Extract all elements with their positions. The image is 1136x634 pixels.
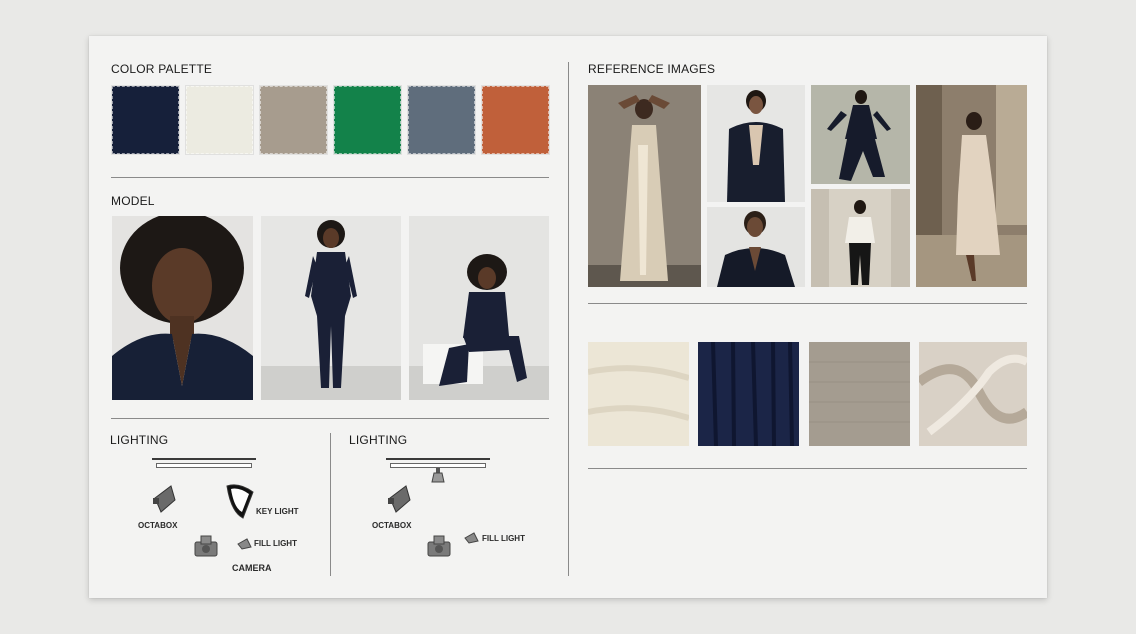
backdrop-line xyxy=(152,458,256,460)
key-light-icon xyxy=(226,484,254,519)
lighting-heading-left: LIGHTING xyxy=(110,433,169,447)
moodboard: COLOR PALETTE MODEL LIGHTING OCTABOX KEY… xyxy=(89,36,1047,598)
fabric-swatch-taupe-weave xyxy=(809,342,910,446)
reference-photo-navy-blazer xyxy=(707,85,805,202)
camera-icon xyxy=(427,535,451,557)
octabox-label: OCTABOX xyxy=(372,521,412,530)
backdrop-rail xyxy=(157,464,251,467)
model-heading: MODEL xyxy=(111,194,155,208)
key-light-label: KEY LIGHT xyxy=(256,507,299,516)
model-photo-portrait xyxy=(112,216,253,400)
fill-light-label: FILL LIGHT xyxy=(482,534,525,543)
camera-icon xyxy=(194,535,218,557)
reference-photo-blazer-closeup xyxy=(707,207,805,287)
octabox-icon xyxy=(153,485,176,513)
swatch-navy xyxy=(112,86,179,154)
lighting-divider xyxy=(330,433,331,576)
swatch-green xyxy=(334,86,401,154)
swatch-ivory xyxy=(186,86,253,154)
divider xyxy=(588,303,1027,304)
divider xyxy=(111,418,549,419)
fill-light-icon xyxy=(464,532,479,544)
reference-photo-walking-suit xyxy=(811,85,910,184)
reference-photo-white-blouse xyxy=(811,189,910,287)
swatch-taupe xyxy=(260,86,327,154)
reference-images-heading: REFERENCE IMAGES xyxy=(588,62,716,76)
color-palette-heading: COLOR PALETTE xyxy=(111,62,213,76)
reference-photo-satin-dress xyxy=(588,85,701,287)
column-divider xyxy=(568,62,569,576)
fill-light-label: FILL LIGHT xyxy=(254,539,297,548)
fill-light-icon xyxy=(237,538,252,550)
swatch-rust xyxy=(482,86,549,154)
swatch-slate xyxy=(408,86,475,154)
fabric-swatch-champagne-satin xyxy=(919,342,1027,446)
fabric-swatch-navy-pleat xyxy=(698,342,799,446)
overhead-light-icon xyxy=(431,468,445,483)
reference-photo-wrap-dress xyxy=(916,85,1027,287)
camera-label: CAMERA xyxy=(232,563,272,573)
divider xyxy=(111,177,549,178)
lighting-heading-right: LIGHTING xyxy=(349,433,408,447)
octabox-icon xyxy=(388,485,411,513)
fabric-swatch-ivory-linen xyxy=(588,342,689,446)
divider xyxy=(588,468,1027,469)
backdrop-line xyxy=(386,458,490,460)
model-photo-standing xyxy=(261,216,401,400)
model-photo-seated xyxy=(409,216,549,400)
octabox-label: OCTABOX xyxy=(138,521,178,530)
backdrop-rail xyxy=(391,464,485,467)
